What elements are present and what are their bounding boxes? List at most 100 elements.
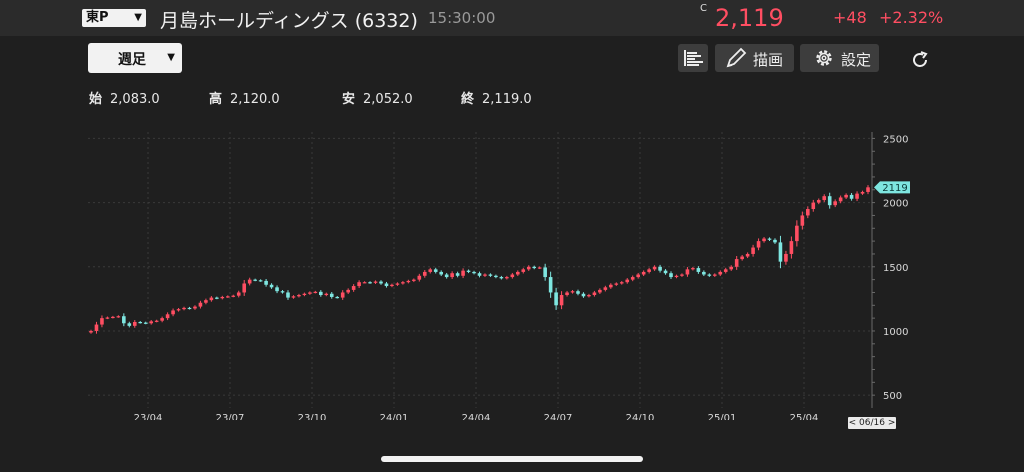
- candle-body: [204, 300, 208, 303]
- candle-body: [340, 292, 345, 298]
- candle-body: [866, 187, 870, 192]
- candle-body: [696, 268, 701, 272]
- x-tick-label: 24/04: [462, 413, 491, 420]
- current-price: 2,119: [715, 4, 784, 32]
- candle-body: [505, 277, 509, 279]
- chart-type-button[interactable]: [678, 44, 708, 72]
- candle-body: [215, 297, 219, 299]
- high-value: 2,120.0: [230, 92, 280, 107]
- header-bar: 東P ▼ 月島ホールディングス (6332) 15:30:00 C 2,119 …: [0, 0, 1024, 36]
- candle-body: [691, 268, 695, 270]
- x-tick-label: 23/04: [134, 413, 163, 420]
- period-select-button[interactable]: 週足 ▼: [88, 43, 182, 73]
- candle-body: [127, 323, 132, 326]
- candle-body: [702, 271, 706, 275]
- chevron-down-icon: ▼: [167, 52, 175, 63]
- y-tick-label: 1000: [883, 327, 908, 338]
- candle-body: [712, 274, 717, 276]
- refresh-icon[interactable]: [908, 48, 932, 72]
- candle-body: [329, 293, 334, 297]
- candle-body: [417, 275, 422, 280]
- candle-body: [723, 269, 728, 272]
- stock-title: 月島ホールディングス (6332): [160, 6, 418, 33]
- candle-body: [428, 269, 433, 272]
- quote-time: 15:30:00: [428, 9, 496, 27]
- candle-body: [477, 273, 482, 276]
- candle-body: [833, 201, 837, 206]
- candle-body: [132, 321, 137, 326]
- candle-body: [565, 292, 569, 296]
- low-value: 2,052.0: [363, 92, 413, 107]
- candle-body: [160, 318, 164, 321]
- date-badge[interactable]: < 06/16 >: [848, 417, 896, 429]
- candle-body: [827, 196, 832, 206]
- gear-icon: [816, 50, 832, 66]
- candle-body: [444, 274, 449, 278]
- candle-body: [357, 282, 361, 287]
- close-label: 終: [461, 92, 475, 107]
- period-label: 週足: [118, 52, 146, 68]
- candle-body: [806, 209, 810, 216]
- candle-body: [548, 277, 553, 293]
- draw-button[interactable]: 描画: [715, 44, 794, 72]
- y-tick-label: 2000: [883, 199, 908, 210]
- candle-body: [576, 291, 580, 294]
- candle-body: [187, 307, 192, 310]
- candle-body: [242, 283, 247, 293]
- candle-body: [313, 291, 318, 294]
- candle-body: [346, 289, 350, 293]
- candle-body: [729, 266, 734, 270]
- settings-button[interactable]: 設定: [800, 44, 879, 72]
- candle-body: [406, 280, 411, 283]
- candle-body: [554, 292, 558, 306]
- market-select[interactable]: 東P ▼: [82, 9, 146, 27]
- candle-body: [570, 291, 575, 293]
- candle-body: [368, 282, 372, 284]
- candle-body: [439, 271, 443, 275]
- candle-body: [302, 293, 307, 296]
- candle-body: [630, 277, 635, 280]
- candle-body: [308, 292, 312, 294]
- candle-body: [521, 269, 526, 272]
- candle-body: [236, 292, 241, 296]
- candle-body: [844, 194, 848, 198]
- x-tick-label: 23/07: [216, 413, 245, 420]
- candle-body: [149, 321, 153, 324]
- candle-body: [291, 296, 296, 298]
- candle-body: [116, 316, 121, 318]
- candle-body: [143, 322, 148, 324]
- candle-body: [335, 296, 340, 299]
- candle-body: [401, 282, 405, 284]
- stock-code: (6332): [354, 10, 418, 32]
- candle-body: [324, 293, 329, 296]
- candle-body: [598, 289, 602, 293]
- candle-body: [253, 279, 257, 281]
- candle-body: [269, 284, 274, 288]
- candle-body: [658, 266, 662, 271]
- home-indicator: [381, 456, 643, 462]
- candle-body: [247, 279, 252, 284]
- candle-body: [816, 200, 821, 203]
- candle-body: [537, 267, 542, 269]
- candle-body: [351, 286, 356, 290]
- candle-body: [718, 271, 723, 275]
- pen-icon: [726, 47, 747, 68]
- candle-body: [138, 321, 143, 324]
- x-tick-label: 25/04: [790, 413, 819, 420]
- candle-body: [800, 215, 805, 226]
- candle-body: [286, 292, 290, 298]
- candle-body: [455, 273, 460, 276]
- candle-body: [412, 279, 416, 281]
- candlestick-chart[interactable]: 2500 2000 1500 1000 500 23/04 23/07 23/10 24/01 2…: [0, 120, 1024, 420]
- candle-body: [532, 266, 537, 269]
- candle-body: [319, 291, 323, 296]
- candle-body: [740, 256, 744, 260]
- candle-body: [510, 274, 515, 278]
- candle-body: [860, 191, 865, 194]
- candle-body: [751, 247, 755, 254]
- draw-label: 描画: [753, 51, 784, 69]
- open-value: 2,083.0: [110, 92, 160, 107]
- candle-body: [231, 295, 236, 297]
- close-value: 2,119.0: [482, 92, 532, 107]
- x-tick-label: 24/10: [626, 413, 655, 420]
